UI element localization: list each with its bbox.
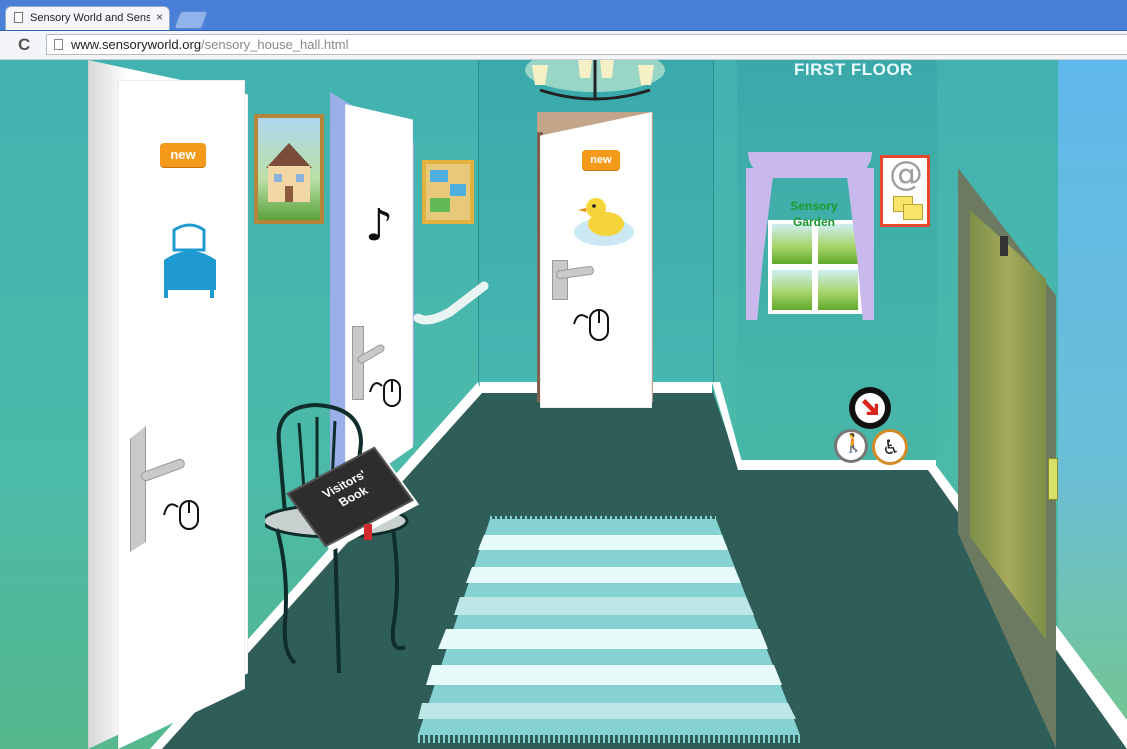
url-host: www.sensoryworld.org [71,37,202,52]
bed-icon [164,223,216,298]
browser-tab[interactable]: Sensory World and Sensory H × [5,6,170,30]
tab-bar: Sensory World and Sensory H × [0,0,1127,31]
handrail [413,281,489,325]
chair-icon [265,403,409,674]
url-path: /sensory_house_hall.html [201,37,349,52]
wheelchair-icon[interactable]: ♿ [872,429,908,465]
duck-icon [574,198,634,246]
photos-icon [430,170,466,212]
red-arrow-icon[interactable] [849,387,891,429]
address-url: www.sensoryworld.org/sensory_house_hall.… [71,37,348,52]
striped-rug [418,516,800,743]
page-icon [14,12,23,23]
email-sign[interactable]: @ [880,154,930,227]
new-badge-left: new [160,143,206,167]
page-icon [54,39,63,50]
address-bar[interactable]: www.sensoryworld.org/sensory_house_hall.… [46,34,1127,55]
garden-line-1: Sensory [790,199,838,213]
door-handle-plate [130,426,146,552]
house-painting[interactable] [254,114,324,224]
sensory-house-hall: FIRST FLOOR new ♪ new Sensory Garden @ 🚶… [0,60,1127,749]
walking-person-icon[interactable]: 🚶 [834,429,868,463]
music-note-icon: ♪ [365,200,394,251]
bookmark-ribbon [364,524,372,540]
photo-board[interactable] [422,160,474,224]
tab-title: Sensory World and Sensory H [30,12,150,24]
tab-close-button[interactable]: × [156,10,163,24]
sensory-garden-window[interactable] [768,220,862,314]
at-sign-icon: @ [889,154,923,194]
reload-icon[interactable]: C [18,35,30,55]
new-tab-button[interactable] [173,11,209,29]
note-icon [903,204,923,220]
mouse-icon [573,309,609,341]
center-door-handle-plate [552,260,568,300]
elevator-call-button[interactable] [1048,458,1058,500]
mouse-icon [163,500,199,530]
browser-toolbar: C www.sensoryworld.org/sensory_house_hal… [0,31,1127,60]
chandelier-icon [525,60,665,101]
garden-line-2: Garden [792,215,835,229]
sensory-garden-label[interactable]: Sensory Garden [778,198,850,230]
elevator-indicator-icon [1000,236,1008,256]
house-icon [266,143,312,202]
bedroom-door[interactable] [118,80,245,749]
floor-title: FIRST FLOOR [794,60,913,79]
new-badge-center: new [582,150,620,170]
